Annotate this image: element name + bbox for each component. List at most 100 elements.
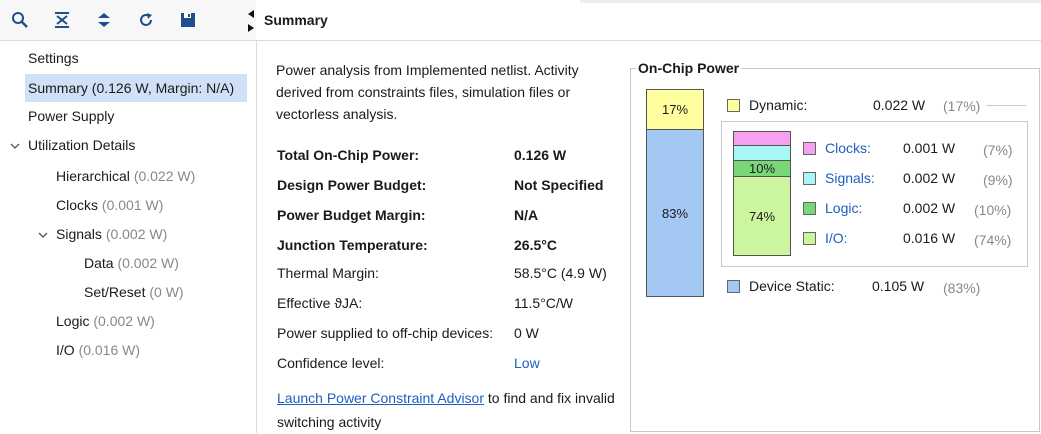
row-label: Thermal Margin:: [277, 265, 379, 281]
launch-power-constraint-advisor-link[interactable]: Launch Power Constraint Advisor: [277, 390, 484, 406]
dynamic-group-connector: [986, 105, 1026, 106]
sidebar-item-set-reset[interactable]: Set/Reset (0 W): [84, 278, 184, 306]
logic-swatch: [803, 202, 816, 215]
collapse-all-button[interactable]: [50, 8, 74, 32]
dynamic-swatch: [727, 99, 740, 112]
static-bar-label: 83%: [661, 205, 689, 221]
row-label: Design Power Budget:: [277, 177, 427, 193]
row-value: N/A: [514, 207, 539, 223]
sidebar-item-settings[interactable]: Settings: [28, 44, 79, 72]
total-on-chip-power-row: Total On-Chip Power: 0.126 W: [277, 143, 627, 167]
logic-pct: (10%): [974, 202, 1012, 218]
power-budget-margin-row: Power Budget Margin: N/A: [277, 203, 627, 227]
header-divider: [580, 0, 1041, 3]
row-value: 26.5°C: [514, 237, 557, 253]
effective-theta-ja-row: Effective ϑJA: 11.5°C/W: [277, 291, 627, 315]
sidebar-item-summary[interactable]: Summary (0.126 W, Margin: N/A): [25, 74, 247, 102]
row-value: 11.5°C/W: [514, 295, 574, 311]
io-pct: (74%): [974, 232, 1012, 248]
sidebar-item-label: Set/Reset: [84, 284, 146, 300]
row-value: 0.126 W: [514, 147, 567, 163]
sidebar-item-label: Summary (0.126 W, Margin: N/A): [28, 80, 235, 96]
search-button[interactable]: [8, 8, 32, 32]
panel-collapse-handle[interactable]: [246, 10, 256, 32]
chevron-down-icon[interactable]: [10, 141, 20, 151]
sidebar-item-label: Utilization Details: [28, 137, 136, 153]
sidebar-item-power-supply[interactable]: Power Supply: [28, 102, 114, 130]
sidebar-item-meta: (0.002 W): [117, 255, 179, 271]
chevron-down-icon[interactable]: [38, 230, 48, 240]
dynamic-bar-segment: 17%: [646, 89, 704, 130]
sidebar-item-label: Data: [84, 255, 114, 271]
clocks-pct: (7%): [983, 142, 1013, 158]
confidence-level-row: Confidence level: Low: [277, 351, 627, 375]
dynamic-bar-label: 17%: [661, 102, 689, 117]
sidebar-item-label: Settings: [28, 50, 79, 66]
sidebar-item-utilization-details[interactable]: Utilization Details: [28, 131, 135, 159]
sidebar-item-clocks[interactable]: Clocks (0.001 W): [56, 191, 163, 219]
io-link[interactable]: I/O:: [825, 229, 848, 247]
off-chip-power-row: Power supplied to off-chip devices: 0 W: [277, 321, 627, 345]
row-value: 0 W: [514, 325, 539, 341]
refresh-button[interactable]: [134, 8, 158, 32]
row-label: Total On-Chip Power:: [277, 147, 420, 163]
io-bar-segment: 74%: [733, 176, 791, 256]
refresh-icon: [140, 13, 152, 26]
device-static-pct: (83%): [943, 280, 981, 296]
triangle-right-icon: [248, 24, 254, 32]
sidebar-item-label: Logic: [56, 313, 90, 329]
io-bar-label: 74%: [748, 208, 776, 224]
sidebar-item-label: Power Supply: [28, 108, 115, 124]
device-static-swatch: [727, 280, 740, 293]
collapse-all-icon: [55, 12, 69, 28]
analysis-description: Power analysis from Implemented netlist.…: [276, 62, 579, 122]
device-static-value: 0.105 W: [872, 278, 925, 294]
sidebar-item-meta: (0.002 W): [93, 313, 155, 329]
sidebar-item-meta: (0.001 W): [101, 197, 164, 213]
logic-link[interactable]: Logic:: [825, 199, 862, 217]
signals-pct: (9%): [983, 172, 1013, 188]
logic-bar-segment: 10%: [733, 160, 791, 177]
save-button[interactable]: [176, 8, 200, 32]
sidebar-item-hierarchical[interactable]: Hierarchical (0.022 W): [56, 162, 195, 190]
thermal-margin-row: Thermal Margin: 58.5°C (4.9 W): [277, 261, 627, 285]
page-title: Summary: [264, 12, 328, 28]
expand-all-icon: [98, 13, 110, 27]
signals-link[interactable]: Signals:: [825, 169, 875, 187]
design-power-budget-row: Design Power Budget: Not Specified: [277, 173, 627, 197]
row-label: Effective ϑJA:: [277, 295, 363, 311]
logic-bar-label: 10%: [748, 161, 776, 176]
save-icon: [181, 13, 195, 27]
content-header: Summary: [256, 0, 1041, 41]
sidebar-item-meta: (0 W): [149, 284, 184, 300]
row-value: 58.5°C (4.9 W): [514, 265, 607, 281]
on-chip-power-title: On-Chip Power: [636, 60, 742, 76]
clocks-bar-segment: [733, 131, 791, 146]
signals-swatch: [803, 172, 816, 185]
row-value: Not Specified: [514, 177, 604, 193]
signals-value: 0.002 W: [903, 170, 956, 186]
sidebar-item-signals[interactable]: Signals (0.002 W): [56, 220, 167, 248]
io-value: 0.016 W: [903, 230, 956, 246]
sidebar-item-logic[interactable]: Logic (0.002 W): [56, 307, 155, 335]
signals-bar-segment: [733, 145, 791, 161]
sidebar-item-meta: (0.022 W): [133, 168, 196, 184]
toolbar: [0, 0, 256, 41]
dynamic-label: Dynamic:: [749, 97, 808, 113]
search-icon: [12, 12, 28, 28]
clocks-value: 0.001 W: [903, 140, 956, 156]
sidebar-item-meta: (0.002 W): [105, 226, 168, 242]
sidebar-item-meta: (0.016 W): [78, 342, 141, 358]
sidebar-item-label: Hierarchical: [56, 168, 130, 184]
confidence-level-link[interactable]: Low: [514, 351, 540, 375]
triangle-left-icon: [248, 10, 254, 18]
sidebar-item-io[interactable]: I/O (0.016 W): [56, 336, 140, 364]
static-bar-segment: 83%: [646, 129, 704, 297]
sidebar: Settings Summary (0.126 W, Margin: N/A) …: [0, 41, 257, 433]
io-swatch: [803, 232, 816, 245]
sidebar-item-label: Clocks: [56, 197, 99, 213]
dynamic-pct: (17%): [943, 98, 981, 114]
expand-all-button[interactable]: [92, 8, 116, 32]
sidebar-item-data[interactable]: Data (0.002 W): [84, 249, 179, 277]
clocks-link[interactable]: Clocks:: [825, 139, 871, 157]
